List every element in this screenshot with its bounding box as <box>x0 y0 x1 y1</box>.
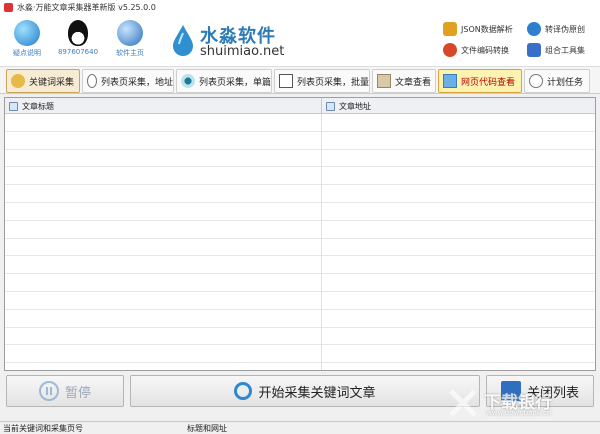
table-row <box>5 292 595 310</box>
tab-bar: 关键词采集 列表页采集，地址 列表页采集，单篇 列表页采集，批量 文章查看 网页… <box>0 66 600 94</box>
file-encode-icon <box>443 43 457 57</box>
column-header-icon <box>9 101 18 111</box>
start-collect-button[interactable]: 开始采集关键词文章 <box>130 375 480 407</box>
table-row <box>5 274 595 292</box>
pause-button[interactable]: 暂停 <box>6 375 124 407</box>
toolbox-link[interactable]: 组合工具集 <box>527 43 585 57</box>
column-header-icon <box>326 101 335 111</box>
brand-domain: shuimiao.net <box>200 44 285 59</box>
table-row <box>5 239 595 257</box>
key-icon <box>11 74 25 88</box>
toolbox-icon <box>527 43 541 57</box>
tab-list-address[interactable]: 列表页采集，地址 <box>82 69 174 93</box>
table-row <box>5 345 595 364</box>
list-icon <box>500 381 521 401</box>
article-table[interactable]: 文章标题 文章地址 <box>4 97 596 371</box>
table-body <box>5 114 595 370</box>
status-bar: 当前关键词和采集页号 标题和网址 <box>0 421 600 434</box>
status-current-keyword: 当前关键词和采集页号 <box>3 424 83 433</box>
table-row <box>5 256 595 275</box>
header: 疑点说明 897607640 软件主页 水淼软件 shuimiao.net JS… <box>0 14 600 66</box>
app-icon <box>4 2 13 12</box>
title-bar: 水淼·万能文章采集器革新版 v5.25.0.0 <box>0 0 600 14</box>
water-drop-icon <box>173 25 193 56</box>
faq-button[interactable]: 疑点说明 <box>5 20 49 58</box>
list-eye-icon <box>181 74 195 88</box>
column-header-url[interactable]: 文章地址 <box>322 98 595 114</box>
tab-keyword-collect[interactable]: 关键词采集 <box>6 69 80 93</box>
list-batch-icon <box>279 74 293 88</box>
tab-scheduled-task[interactable]: 计划任务 <box>524 69 590 93</box>
table-row <box>5 150 595 168</box>
search-icon <box>234 382 253 400</box>
table-row <box>5 132 595 150</box>
table-row <box>5 221 595 239</box>
close-list-button[interactable]: 关闭列表 <box>486 375 594 407</box>
qq-button[interactable]: 897607640 <box>56 20 100 56</box>
list-link-icon <box>87 74 97 88</box>
question-globe-icon <box>14 20 40 46</box>
pause-icon <box>38 381 59 401</box>
table-row <box>5 167 595 186</box>
table-row <box>5 203 595 221</box>
clock-icon <box>529 74 543 88</box>
window-title: 水淼·万能文章采集器革新版 v5.25.0.0 <box>17 2 156 12</box>
column-header-title[interactable]: 文章标题 <box>5 98 322 114</box>
file-encode-link[interactable]: 文件编码转换 <box>443 43 509 57</box>
tab-article-view[interactable]: 文章查看 <box>372 69 436 93</box>
home-globe-icon <box>117 20 143 46</box>
qq-penguin-icon <box>68 20 88 46</box>
translate-link[interactable]: 转译伪原创 <box>527 22 585 36</box>
table-header: 文章标题 文章地址 <box>5 98 595 114</box>
code-view-icon <box>443 74 457 88</box>
status-title-url: 标题和网址 <box>187 424 227 433</box>
table-row <box>5 310 595 328</box>
watermark-url: www.downbank.cn <box>486 409 552 417</box>
table-row <box>5 114 595 132</box>
json-icon <box>443 22 457 36</box>
homepage-button[interactable]: 软件主页 <box>108 20 152 58</box>
tab-list-batch[interactable]: 列表页采集，批量 <box>274 69 370 93</box>
brand-logo: 水淼软件 shuimiao.net <box>170 20 284 64</box>
tab-list-single[interactable]: 列表页采集，单篇 <box>176 69 272 93</box>
json-parse-link[interactable]: JSON数据解析 <box>443 22 513 36</box>
translate-icon <box>527 22 541 36</box>
tab-source-code-view[interactable]: 网页代码查看 <box>438 69 522 93</box>
table-row <box>5 328 595 346</box>
article-box-icon <box>377 74 391 88</box>
table-row <box>5 185 595 203</box>
